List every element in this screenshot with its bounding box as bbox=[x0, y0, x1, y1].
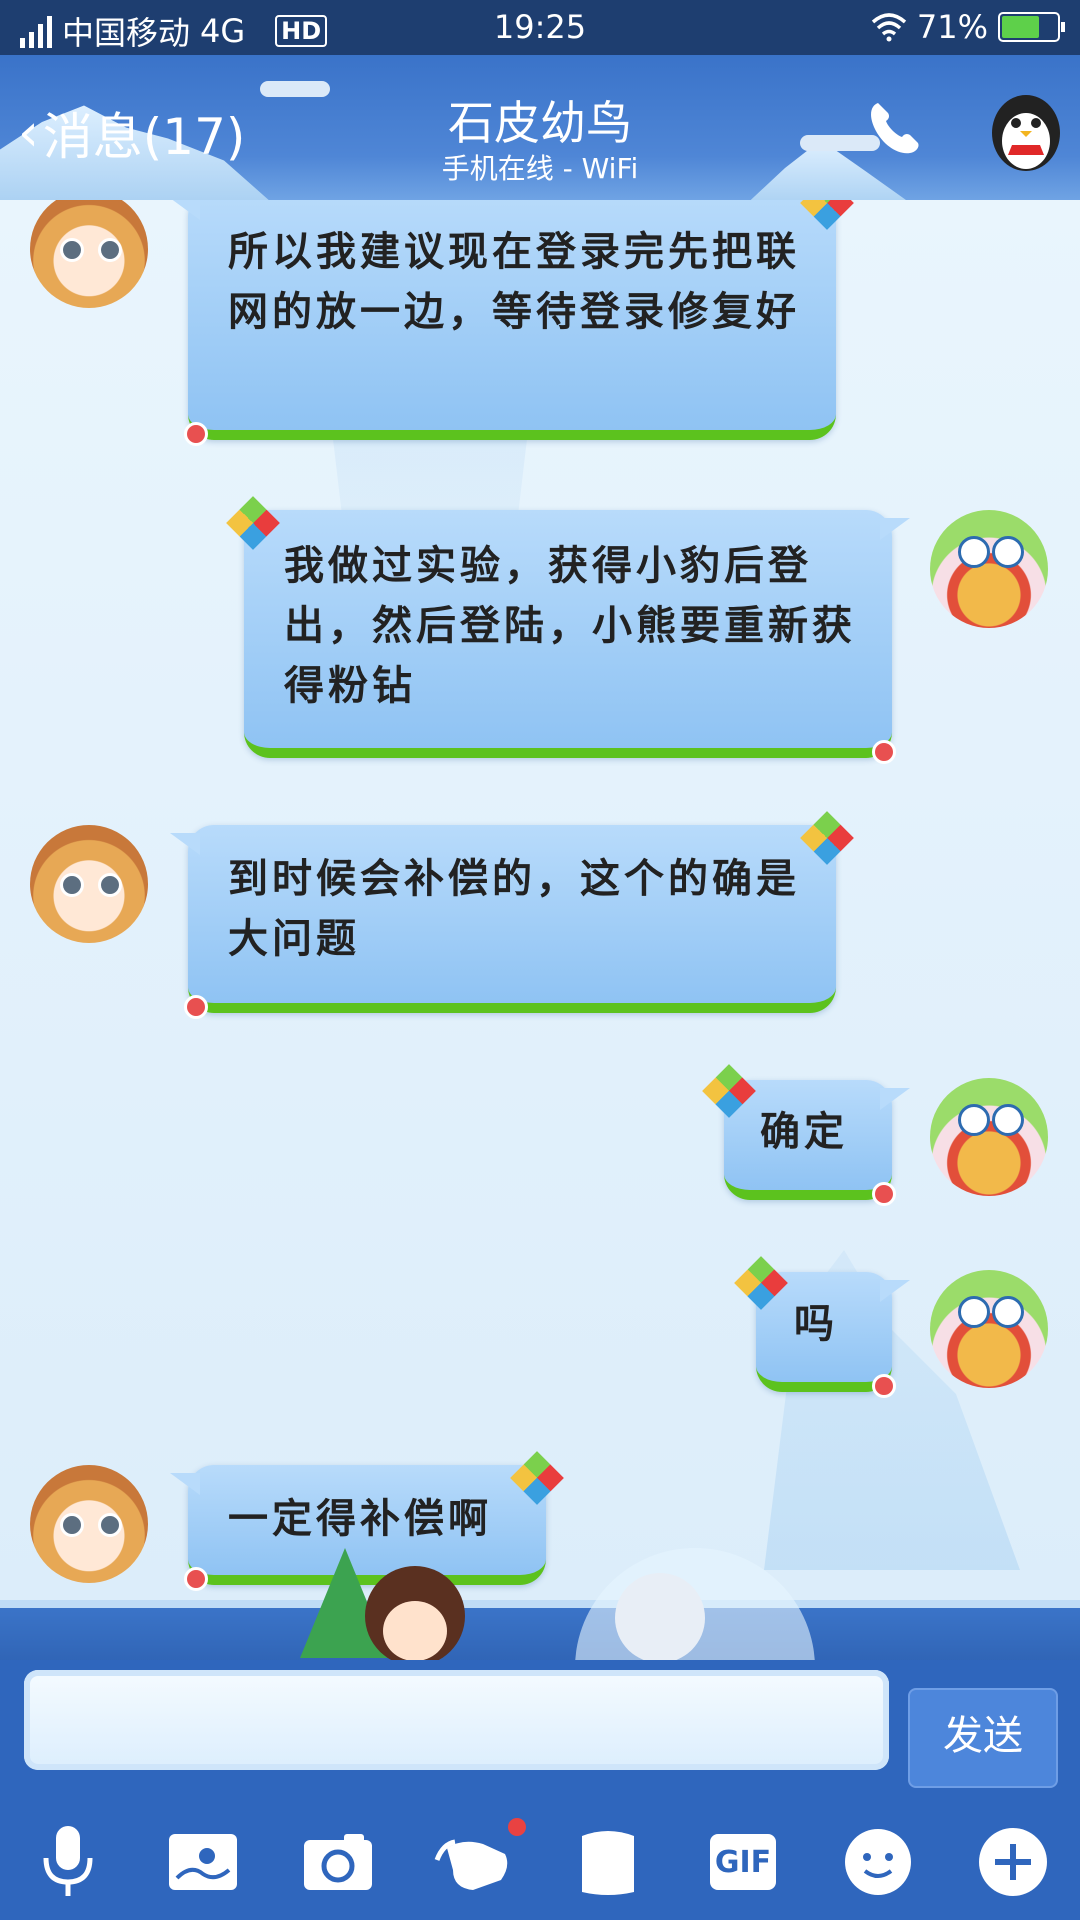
pin-icon bbox=[184, 422, 208, 446]
kite-icon bbox=[226, 496, 280, 550]
microphone-icon bbox=[43, 1826, 93, 1896]
message-bubble-outgoing[interactable]: 我做过实验，获得小豹后登出，然后登陆，小熊要重新获得粉钻 bbox=[226, 496, 896, 764]
character-decoration bbox=[365, 1566, 465, 1666]
message-bubble-incoming[interactable]: 所以我建议现在登录完先把联网的放一边，等待登录修复好 bbox=[184, 200, 854, 446]
kite-icon bbox=[800, 811, 854, 865]
message-text: 确定 bbox=[760, 1109, 848, 1155]
message-bubble-outgoing[interactable]: 确定 bbox=[702, 1064, 896, 1206]
camera-button[interactable] bbox=[298, 1822, 378, 1902]
camera-icon bbox=[304, 1834, 372, 1890]
voice-button[interactable] bbox=[28, 1822, 108, 1902]
input-bar: 发送 bbox=[0, 1660, 1080, 1800]
message-bubble-incoming[interactable]: 一定得补偿啊 bbox=[184, 1451, 564, 1591]
gif-icon: GIF bbox=[710, 1834, 776, 1890]
battery-percent: 71% bbox=[916, 8, 988, 46]
phone-call-button[interactable] bbox=[860, 93, 930, 163]
message-list[interactable]: 所以我建议现在登录完先把联网的放一边，等待登录修复好 我做过实验，获得小豹后登出… bbox=[0, 200, 1080, 1610]
kite-icon bbox=[510, 1451, 564, 1505]
emoji-button[interactable] bbox=[838, 1822, 918, 1902]
message-text: 吗 bbox=[794, 1301, 838, 1347]
red-packet-icon bbox=[434, 1839, 508, 1890]
notification-dot bbox=[508, 1818, 526, 1836]
penguin-icon[interactable] bbox=[988, 89, 1064, 173]
battery-icon bbox=[998, 12, 1065, 42]
wifi-icon bbox=[871, 13, 907, 42]
contact-avatar[interactable] bbox=[30, 200, 148, 308]
red-packet-button[interactable] bbox=[433, 1822, 513, 1902]
theme-decoration bbox=[0, 1548, 1080, 1668]
status-bar: 中国移动 4G HD 19:25 71% bbox=[0, 0, 1080, 55]
message-text: 到时候会补偿的，这个的确是大问题 bbox=[228, 856, 800, 962]
contact-avatar[interactable] bbox=[30, 825, 148, 943]
my-avatar[interactable] bbox=[930, 510, 1048, 628]
phone-icon bbox=[871, 103, 919, 154]
image-icon bbox=[169, 1834, 237, 1890]
file-button[interactable] bbox=[568, 1822, 648, 1902]
message-bubble-incoming[interactable]: 到时候会补偿的，这个的确是大问题 bbox=[184, 811, 854, 1019]
message-bubble-outgoing[interactable]: 吗 bbox=[734, 1256, 896, 1398]
plus-icon bbox=[979, 1828, 1047, 1896]
pin-icon bbox=[872, 740, 896, 764]
kite-icon bbox=[734, 1256, 788, 1310]
character-decoration bbox=[615, 1573, 705, 1663]
pin-icon bbox=[184, 1567, 208, 1591]
send-button[interactable]: 发送 bbox=[908, 1688, 1058, 1788]
pin-icon bbox=[872, 1182, 896, 1206]
pin-icon bbox=[184, 995, 208, 1019]
more-button[interactable] bbox=[973, 1822, 1053, 1902]
message-text: 我做过实验，获得小豹后登出，然后登陆，小熊要重新获得粉钻 bbox=[284, 543, 856, 709]
contact-avatar[interactable] bbox=[30, 1465, 148, 1583]
emoji-icon bbox=[845, 1829, 911, 1895]
message-input[interactable] bbox=[24, 1670, 889, 1770]
kite-icon bbox=[800, 200, 854, 230]
gif-button[interactable]: GIF bbox=[703, 1822, 783, 1902]
my-avatar[interactable] bbox=[930, 1270, 1048, 1388]
my-avatar[interactable] bbox=[930, 1078, 1048, 1196]
image-button[interactable] bbox=[163, 1822, 243, 1902]
message-text: 所以我建议现在登录完先把联网的放一边，等待登录修复好 bbox=[228, 229, 800, 335]
pin-icon bbox=[872, 1374, 896, 1398]
file-icon bbox=[582, 1831, 634, 1895]
message-text: 一定得补偿啊 bbox=[228, 1496, 492, 1542]
input-toolbar: GIF bbox=[0, 1800, 1080, 1920]
chat-header: ‹ 消息(17) 石皮幼鸟 手机在线 - WiFi bbox=[0, 55, 1080, 200]
kite-icon bbox=[702, 1064, 756, 1118]
